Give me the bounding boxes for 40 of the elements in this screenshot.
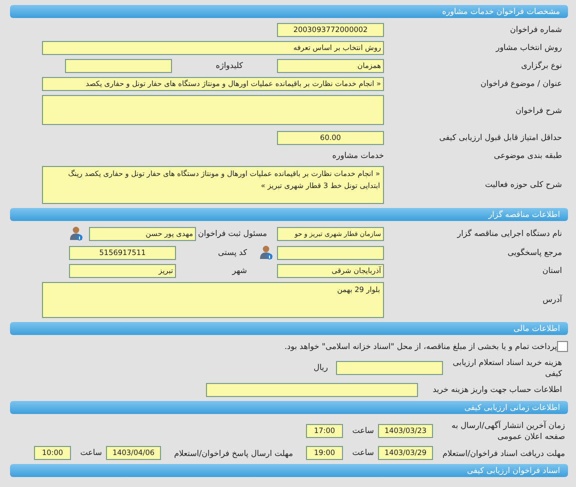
field-label: کد پستی — [217, 246, 248, 258]
input-field[interactable] — [65, 59, 172, 73]
field-label: شماره فراخوان — [509, 24, 563, 36]
field-label: مهلت ارسال پاسخ فراخوان/استعلام — [173, 448, 294, 458]
section-header: اطلاعات مالی — [10, 322, 568, 335]
user-info-icon[interactable] — [69, 226, 83, 241]
field-label: هزینه خرید اسناد استعلام ارزیابی کیفی — [452, 357, 563, 379]
field-label: آدرس — [542, 294, 564, 306]
field-label: روش انتخاب مشاور — [494, 42, 563, 54]
field-label: مهلت دریافت اسناد فراخوان/استعلام — [442, 448, 566, 458]
field-label: اطلاعات حساب جهت واریز هزینه خرید — [432, 384, 563, 396]
field-label: نام دستگاه اجرایی مناقصه گزار — [456, 228, 563, 240]
section-header: مشخصات فراخوان خدمات مشاوره — [10, 5, 568, 18]
field-label: کلیدواژه — [214, 60, 244, 72]
field-label: شرح فراخوان — [514, 105, 563, 117]
field-label: استان — [541, 265, 563, 277]
checkbox-label: پرداخت تمام و یا بخشی از مبلغ مناقصه، از محل "اسناد خزانه اسلامی" خواهد بود. — [284, 340, 557, 352]
field-label: عنوان / موضوع فراخوان — [480, 78, 563, 90]
field-label: ساعت — [79, 447, 103, 459]
field-label: ساعت — [351, 425, 375, 437]
field-label: زمان آخرین انتشار آگهی/ارسال به صفحه اعلان عمومی — [450, 420, 566, 442]
user-info-icon[interactable] — [259, 245, 273, 260]
section-header: اطلاعات زمانی ارزیابی کیفی — [10, 401, 568, 414]
field-label: حداقل امتیاز قابل قبول ارزیابی کیفی — [438, 132, 563, 144]
field-label: مسئول ثبت فراخوان — [197, 228, 268, 240]
input-field[interactable] — [336, 361, 443, 375]
currency-unit: ریال — [314, 362, 328, 374]
field-label: ساعت — [351, 447, 375, 459]
field-label: نوع برگزاری — [520, 60, 563, 72]
section-header: اطلاعات مناقصه گزار — [10, 208, 568, 221]
field-label: شهر — [230, 265, 248, 277]
category-text: خدمات مشاوره — [332, 150, 384, 162]
section-header: اسناد فراخوان ارزیابی کیفی — [10, 464, 568, 477]
input-field[interactable] — [277, 246, 384, 260]
field-label: شرح کلی حوزه فعالیت — [484, 179, 563, 191]
input-field[interactable] — [206, 383, 418, 397]
text-area[interactable] — [42, 95, 384, 125]
checkbox[interactable] — [557, 341, 568, 352]
field-label: طبقه بندی موضوعی — [492, 150, 563, 162]
field-label: مرجع پاسخگویی — [506, 246, 563, 258]
